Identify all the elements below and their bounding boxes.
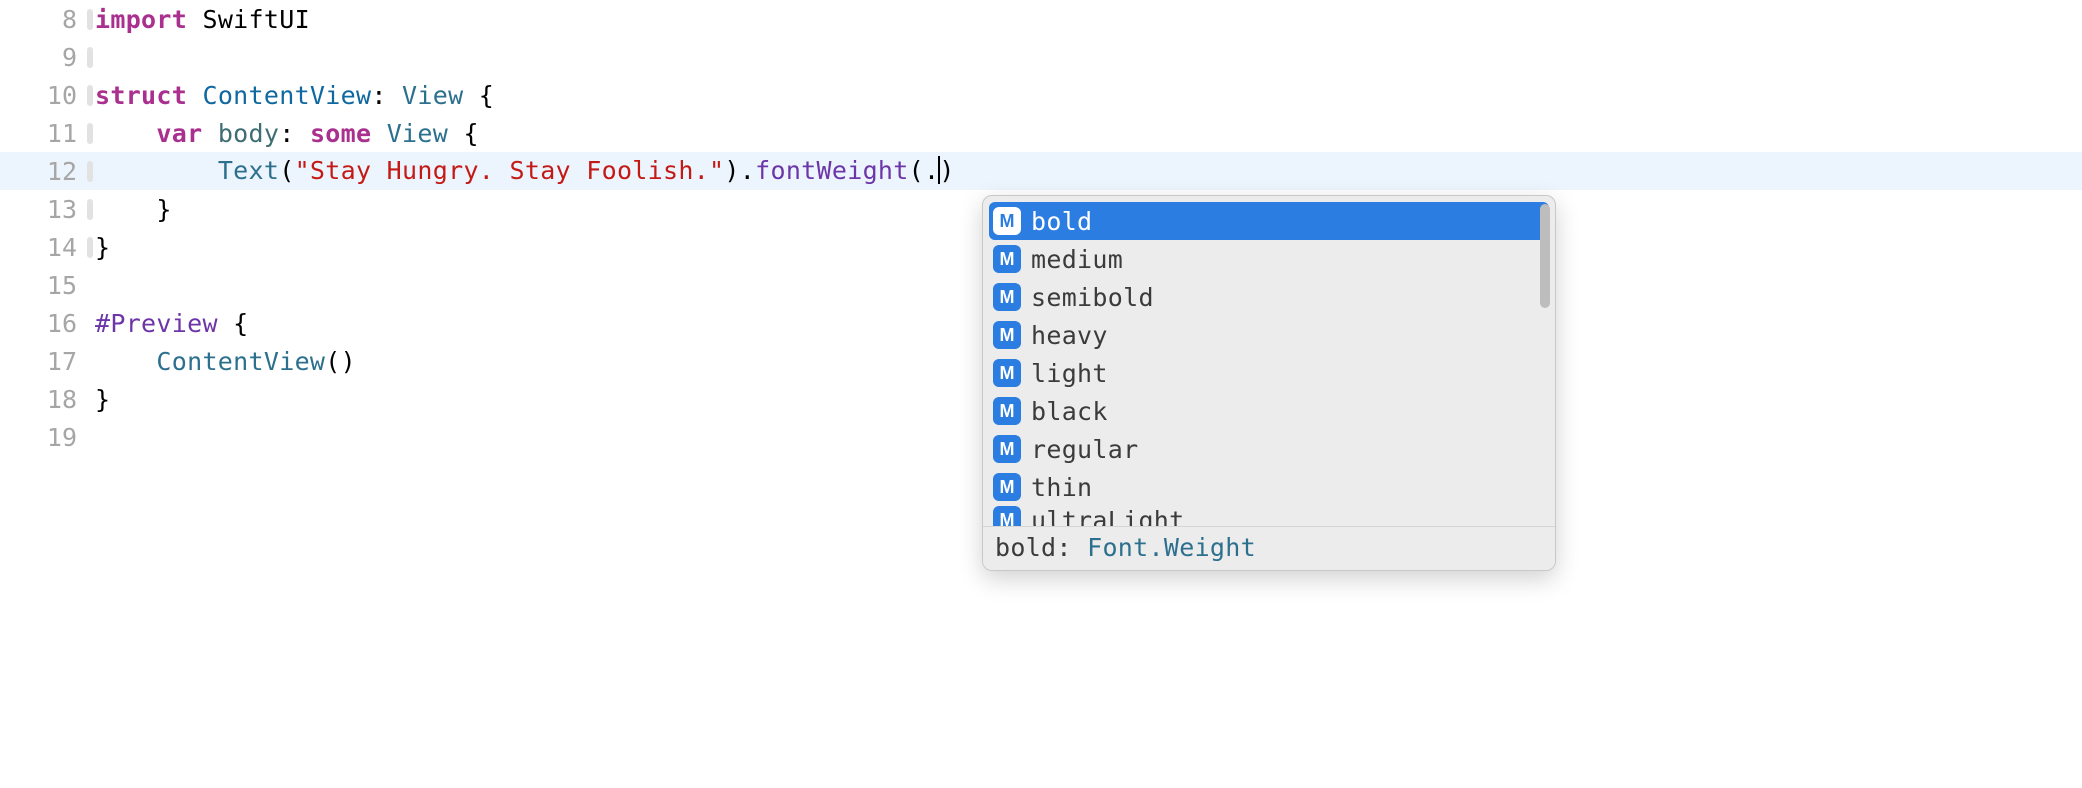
line-number: 9 — [0, 43, 95, 72]
code-content[interactable]: ContentView() — [95, 347, 356, 376]
member-icon: M — [993, 506, 1021, 526]
autocomplete-label: light — [1031, 359, 1108, 388]
line-number: 11 — [0, 119, 95, 148]
autocomplete-footer-type: Font.Weight — [1087, 533, 1256, 562]
fold-indicator[interactable] — [87, 9, 93, 30]
autocomplete-label: medium — [1031, 245, 1123, 274]
fold-indicator[interactable] — [87, 161, 93, 182]
autocomplete-label: regular — [1031, 435, 1138, 464]
autocomplete-footer: bold: Font.Weight — [983, 526, 1555, 570]
code-line[interactable]: 12 Text("Stay Hungry. Stay Foolish.").fo… — [0, 152, 2082, 190]
line-number: 14 — [0, 233, 95, 262]
line-number: 12 — [0, 157, 95, 186]
autocomplete-scrollbar[interactable] — [1540, 204, 1550, 308]
code-line[interactable]: 8import SwiftUI — [0, 0, 2082, 38]
autocomplete-item[interactable]: Mblack — [983, 392, 1555, 430]
autocomplete-label: thin — [1031, 473, 1092, 502]
fold-indicator[interactable] — [87, 123, 93, 144]
member-icon: M — [993, 435, 1021, 463]
autocomplete-label: semibold — [1031, 283, 1154, 312]
member-icon: M — [993, 359, 1021, 387]
member-icon: M — [993, 245, 1021, 273]
code-line[interactable]: 11 var body: some View { — [0, 114, 2082, 152]
line-number: 19 — [0, 423, 95, 452]
line-number: 13 — [0, 195, 95, 224]
autocomplete-label: heavy — [1031, 321, 1108, 350]
autocomplete-item[interactable]: MultraLight — [983, 506, 1555, 526]
code-content[interactable]: } — [95, 385, 110, 414]
autocomplete-item[interactable]: Mbold — [989, 202, 1549, 240]
autocomplete-label: bold — [1031, 207, 1092, 236]
member-icon: M — [993, 283, 1021, 311]
autocomplete-label: black — [1031, 397, 1108, 426]
line-number: 16 — [0, 309, 95, 338]
autocomplete-label: ultraLight — [1031, 506, 1185, 526]
code-content[interactable]: import SwiftUI — [95, 5, 310, 34]
member-icon: M — [993, 321, 1021, 349]
autocomplete-popup: MboldMmediumMsemiboldMheavyMlightMblackM… — [982, 195, 1556, 571]
autocomplete-item[interactable]: Mregular — [983, 430, 1555, 468]
autocomplete-item[interactable]: Mheavy — [983, 316, 1555, 354]
autocomplete-item[interactable]: Msemibold — [983, 278, 1555, 316]
line-number: 10 — [0, 81, 95, 110]
autocomplete-item[interactable]: Mmedium — [983, 240, 1555, 278]
autocomplete-footer-name: bold — [995, 533, 1056, 562]
line-number: 8 — [0, 5, 95, 34]
member-icon: M — [993, 473, 1021, 501]
line-number: 15 — [0, 271, 95, 300]
code-content[interactable]: #Preview { — [95, 309, 249, 338]
member-icon: M — [993, 397, 1021, 425]
code-line[interactable]: 9 — [0, 38, 2082, 76]
fold-indicator[interactable] — [87, 85, 93, 106]
code-line[interactable]: 10struct ContentView: View { — [0, 76, 2082, 114]
fold-indicator[interactable] — [87, 199, 93, 220]
autocomplete-item[interactable]: Mlight — [983, 354, 1555, 392]
code-content[interactable]: struct ContentView: View { — [95, 81, 494, 110]
code-content[interactable]: Text("Stay Hungry. Stay Foolish.").fontW… — [95, 156, 955, 186]
member-icon: M — [993, 207, 1021, 235]
code-content[interactable]: var body: some View { — [95, 119, 479, 148]
line-number: 18 — [0, 385, 95, 414]
fold-indicator[interactable] — [87, 47, 93, 68]
text-cursor — [938, 156, 940, 184]
autocomplete-list[interactable]: MboldMmediumMsemiboldMheavyMlightMblackM… — [983, 196, 1555, 526]
code-content[interactable]: } — [95, 233, 110, 262]
line-number: 17 — [0, 347, 95, 376]
code-content[interactable]: } — [95, 195, 172, 224]
fold-indicator[interactable] — [87, 237, 93, 258]
autocomplete-item[interactable]: Mthin — [983, 468, 1555, 506]
